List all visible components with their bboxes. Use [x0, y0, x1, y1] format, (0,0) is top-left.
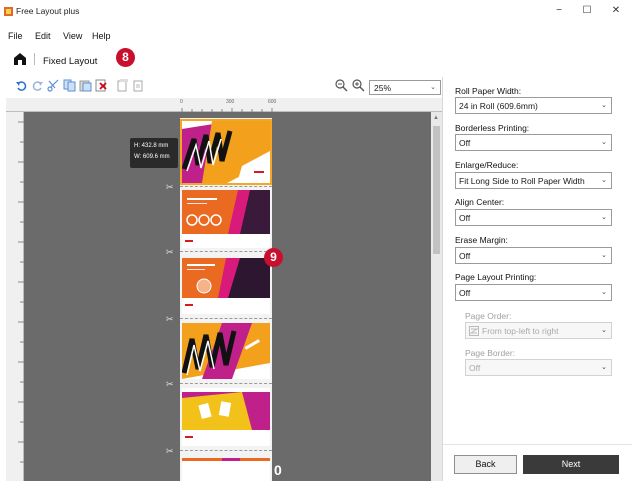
- vertical-ruler: [6, 112, 24, 481]
- zoom-out-icon[interactable]: [335, 79, 348, 92]
- scissors-icon: ✂: [166, 314, 174, 324]
- layout-page-5[interactable]: [182, 388, 270, 446]
- page-border-label: Page Border:: [465, 348, 516, 358]
- erase-margin-select[interactable]: Off ⌄: [455, 247, 612, 264]
- borderless-printing-select[interactable]: Off ⌄: [455, 134, 612, 151]
- enlarge-reduce-label: Enlarge/Reduce:: [455, 160, 519, 170]
- roll-paper-width-label: Roll Paper Width:: [455, 86, 522, 96]
- app-icon: [4, 7, 13, 16]
- layout-page-6[interactable]: [182, 458, 270, 481]
- chevron-down-icon: ⌄: [601, 327, 607, 334]
- panel-footer: Back Next: [443, 444, 632, 481]
- tooltip-height: H: 432.8 mm: [134, 143, 169, 149]
- next-button[interactable]: Next: [523, 455, 619, 474]
- chevron-down-icon: ⌄: [601, 102, 607, 109]
- back-button[interactable]: Back: [454, 455, 517, 474]
- cut-icon[interactable]: [47, 79, 60, 92]
- roll-paper-width-value: 24 in Roll (609.6mm): [459, 101, 538, 111]
- page-border-value: Off: [469, 363, 481, 373]
- copy-icon[interactable]: [63, 79, 76, 92]
- zoom-value: 25%: [374, 83, 392, 93]
- page-icon[interactable]: [116, 79, 129, 92]
- callout-badge-9: 9: [264, 248, 283, 267]
- undo-icon[interactable]: [15, 79, 28, 92]
- menu-file[interactable]: File: [8, 31, 23, 41]
- chevron-down-icon: ⌄: [601, 214, 607, 221]
- chevron-down-icon: ⌄: [601, 289, 607, 296]
- ruler-mark: 0: [180, 99, 183, 105]
- cut-line: [180, 251, 272, 252]
- chevron-down-icon: ⌄: [601, 364, 607, 371]
- delete-page-icon[interactable]: [95, 79, 108, 92]
- mode-label: Fixed Layout: [43, 56, 98, 67]
- scroll-up-icon[interactable]: ▲: [433, 115, 439, 121]
- roll-end-marker: 0: [274, 462, 282, 478]
- align-center-label: Align Center:: [455, 197, 505, 207]
- page-order-label: Page Order:: [465, 311, 512, 321]
- menu-view[interactable]: View: [63, 31, 82, 41]
- horizontal-ruler: 0 300 600: [6, 98, 442, 112]
- cut-line: [180, 186, 272, 187]
- tooltip-width: W: 609.6 mm: [134, 154, 170, 160]
- home-icon[interactable]: [13, 52, 27, 66]
- page-order-value: From top-left to right: [482, 326, 559, 336]
- canvas-scrollbar[interactable]: ▲: [431, 112, 442, 481]
- page-order-select: From top-left to right ⌄: [465, 322, 612, 339]
- chevron-down-icon: ⌄: [601, 139, 607, 146]
- zoom-select[interactable]: 25% ⌄: [369, 80, 441, 95]
- scissors-icon: ✂: [166, 379, 174, 389]
- cut-line: [180, 383, 272, 384]
- cut-line: [180, 318, 272, 319]
- window-title: Free Layout plus: [16, 6, 80, 16]
- roll-paper-width-select[interactable]: 24 in Roll (609.6mm) ⌄: [455, 97, 612, 114]
- page-layout-printing-value: Off: [459, 288, 471, 298]
- chevron-down-icon: ⌄: [430, 84, 436, 91]
- page-border-select: Off ⌄: [465, 359, 612, 376]
- paste-icon[interactable]: [79, 79, 92, 92]
- redo-icon[interactable]: [31, 79, 44, 92]
- settings-panel: Roll Paper Width: 24 in Roll (609.6mm) ⌄…: [442, 77, 632, 481]
- mode-separator: [34, 53, 35, 65]
- page-order-icon: [469, 326, 479, 336]
- align-center-select[interactable]: Off ⌄: [455, 209, 612, 226]
- scissors-icon: ✂: [166, 446, 174, 456]
- page-layout-printing-label: Page Layout Printing:: [455, 272, 537, 282]
- dimension-tooltip: H: 432.8 mm W: 609.6 mm: [130, 138, 178, 168]
- borderless-printing-label: Borderless Printing:: [455, 123, 530, 133]
- callout-badge-8: 8: [116, 48, 135, 67]
- borderless-printing-value: Off: [459, 138, 471, 148]
- maximize-button[interactable]: ☐: [579, 5, 595, 16]
- page-layout-printing-select[interactable]: Off ⌄: [455, 284, 612, 301]
- layout-page-2[interactable]: [182, 190, 270, 248]
- erase-margin-value: Off: [459, 251, 471, 261]
- layout-page-4[interactable]: [182, 323, 270, 379]
- align-center-value: Off: [459, 213, 471, 223]
- zoom-in-icon[interactable]: [352, 79, 365, 92]
- scroll-thumb[interactable]: [433, 126, 440, 254]
- erase-margin-label: Erase Margin:: [455, 235, 508, 245]
- enlarge-reduce-select[interactable]: Fit Long Side to Roll Paper Width ⌄: [455, 172, 612, 189]
- menu-help[interactable]: Help: [92, 31, 111, 41]
- title-bar: Free Layout plus − ☐ ✕: [0, 0, 632, 22]
- ruler-mark: 300: [226, 99, 235, 105]
- enlarge-reduce-value: Fit Long Side to Roll Paper Width: [459, 176, 585, 186]
- chevron-down-icon: ⌄: [601, 177, 607, 184]
- minimize-button[interactable]: −: [551, 5, 567, 16]
- roll-paper: [180, 118, 272, 481]
- scissors-icon: ✂: [166, 182, 174, 192]
- layout-page-3[interactable]: [182, 258, 270, 314]
- layout-page-1[interactable]: [180, 119, 272, 185]
- page-2-icon[interactable]: [132, 79, 145, 92]
- menu-edit[interactable]: Edit: [35, 31, 51, 41]
- layout-canvas[interactable]: ✂ ✂ ✂ ✂ ✂ H: 432.8 mm W: 609.6 mm 9 0: [24, 112, 431, 481]
- scissors-icon: ✂: [166, 247, 174, 257]
- chevron-down-icon: ⌄: [601, 252, 607, 259]
- cut-line: [180, 450, 272, 451]
- close-button[interactable]: ✕: [608, 5, 624, 16]
- ruler-mark: 600: [268, 99, 277, 105]
